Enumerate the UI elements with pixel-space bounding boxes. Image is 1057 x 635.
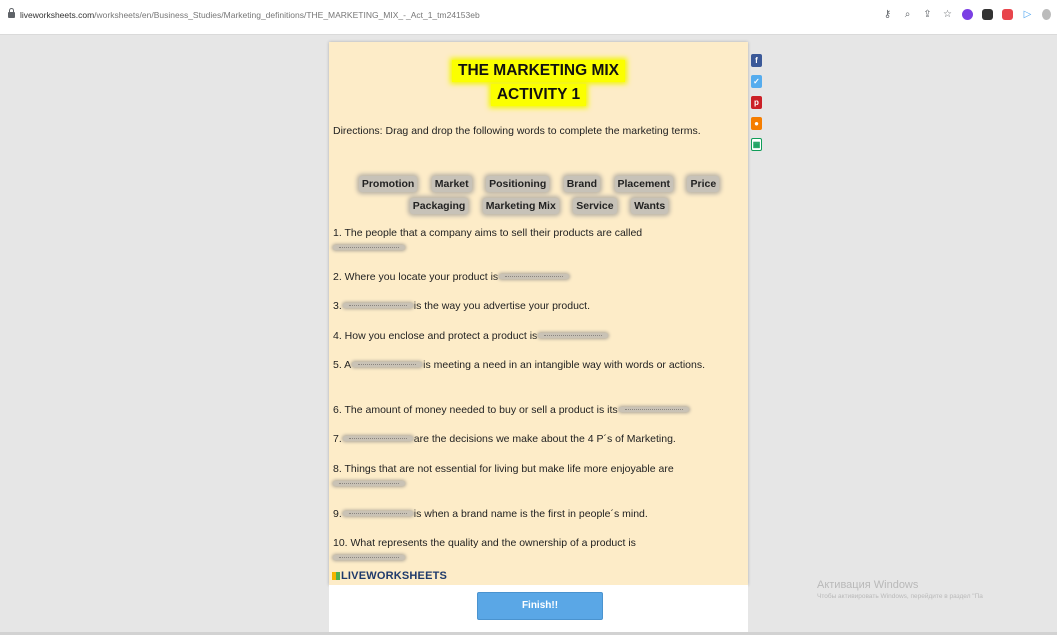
word-chip-positioning[interactable]: Positioning bbox=[486, 176, 550, 192]
extension-play-icon[interactable]: ▷ bbox=[1022, 9, 1033, 20]
question-6: 6. The amount of money needed to buy or … bbox=[333, 403, 728, 418]
google-classroom-icon[interactable]: ▦ bbox=[751, 138, 762, 151]
browser-address-bar: liveworksheets.com/worksheets/en/Busines… bbox=[0, 0, 1057, 35]
share-bar: f ✓ p ● ▦ bbox=[751, 54, 762, 151]
profile-avatar[interactable] bbox=[1042, 9, 1051, 20]
drop-zone-9[interactable] bbox=[342, 510, 413, 516]
word-chip-price[interactable]: Price bbox=[687, 176, 720, 192]
watermark-subtitle: Чтобы активировать Windows, перейдите в … bbox=[817, 593, 983, 600]
logo-text: LIVEWORKSHEETS bbox=[341, 570, 448, 582]
finish-button[interactable]: Finish!! bbox=[477, 592, 603, 620]
question-9: 9. is when a brand name is the first in p… bbox=[333, 507, 728, 522]
word-chip-brand[interactable]: Brand bbox=[563, 176, 601, 192]
title-line-2: ACTIVITY 1 bbox=[490, 84, 587, 106]
word-chip-wants[interactable]: Wants bbox=[631, 198, 669, 214]
question-8: 8. Things that are not essential for liv… bbox=[333, 462, 728, 492]
url-field[interactable]: liveworksheets.com/worksheets/en/Busines… bbox=[20, 10, 480, 20]
question-10: 10. What represents the quality and the … bbox=[333, 536, 728, 566]
extension-dark-icon[interactable] bbox=[982, 9, 993, 20]
word-chip-packaging[interactable]: Packaging bbox=[409, 198, 469, 214]
question-10-text: 10. What represents the quality and the … bbox=[333, 537, 636, 549]
drop-zone-4[interactable] bbox=[538, 332, 609, 338]
word-bank: Promotion Market Positioning Brand Place… bbox=[339, 172, 739, 216]
drop-zone-1[interactable] bbox=[333, 244, 405, 250]
directions-text: Directions: Drag and drop the following … bbox=[333, 125, 701, 137]
blogger-icon[interactable]: ● bbox=[751, 117, 762, 130]
lock-icon[interactable] bbox=[8, 8, 15, 18]
liveworksheets-logo[interactable]: LIVEWORKSHEETS bbox=[332, 570, 447, 582]
drop-zone-5[interactable] bbox=[352, 361, 423, 367]
pinterest-icon[interactable]: p bbox=[751, 96, 762, 109]
url-path: /worksheets/en/Business_Studies/Marketin… bbox=[94, 10, 480, 20]
question-2: 2. Where you locate your product is bbox=[333, 270, 728, 285]
word-chip-marketing-mix[interactable]: Marketing Mix bbox=[482, 198, 559, 214]
question-9-text: is when a brand name is the first in peo… bbox=[413, 508, 648, 520]
extension-purple-icon[interactable] bbox=[962, 9, 973, 20]
question-5-prefix: 5. A bbox=[333, 359, 352, 371]
question-1: 1. The people that a company aims to sel… bbox=[333, 226, 728, 256]
word-chip-placement[interactable]: Placement bbox=[614, 176, 674, 192]
bookmark-star-icon[interactable]: ☆ bbox=[942, 9, 953, 20]
question-9-prefix: 9. bbox=[333, 508, 342, 520]
worksheet-title: THE MARKETING MIX ACTIVITY 1 bbox=[329, 60, 748, 106]
question-7-text: are the decisions we make about the 4 P´… bbox=[413, 433, 676, 445]
question-8-text: 8. Things that are not essential for liv… bbox=[333, 463, 674, 475]
share-icon[interactable]: ⇪ bbox=[922, 9, 933, 20]
word-chip-promotion[interactable]: Promotion bbox=[358, 176, 418, 192]
word-chip-market[interactable]: Market bbox=[431, 176, 472, 192]
drop-zone-3[interactable] bbox=[342, 302, 413, 308]
worksheet-page: THE MARKETING MIX ACTIVITY 1 Directions:… bbox=[329, 42, 748, 585]
worksheet-footer: Finish!! bbox=[329, 585, 748, 635]
drop-zone-6[interactable] bbox=[618, 406, 689, 412]
drop-zone-8[interactable] bbox=[333, 480, 405, 486]
title-line-1: THE MARKETING MIX bbox=[451, 60, 626, 82]
facebook-icon[interactable]: f bbox=[751, 54, 762, 67]
drop-zone-10[interactable] bbox=[333, 554, 405, 560]
drop-zone-2[interactable] bbox=[499, 273, 570, 279]
question-3-prefix: 3. bbox=[333, 300, 342, 312]
question-4: 4. How you enclose and protect a product… bbox=[333, 329, 728, 344]
question-5: 5. A is meeting a need in an intangible w… bbox=[333, 358, 728, 373]
question-6-text: 6. The amount of money needed to buy or … bbox=[333, 404, 618, 416]
question-3-text: is the way you advertise your product. bbox=[413, 300, 591, 312]
twitter-icon[interactable]: ✓ bbox=[751, 75, 762, 88]
zoom-icon[interactable]: ⌕ bbox=[902, 9, 913, 20]
watermark-title: Активация Windows bbox=[817, 579, 919, 591]
drop-zone-7[interactable] bbox=[342, 435, 413, 441]
question-1-text: 1. The people that a company aims to sel… bbox=[333, 227, 643, 239]
word-chip-service[interactable]: Service bbox=[573, 198, 617, 214]
question-7: 7. are the decisions we make about the 4 … bbox=[333, 432, 728, 447]
windows-activation-watermark: Активация Windows Чтобы активировать Win… bbox=[817, 579, 983, 600]
question-4-text: 4. How you enclose and protect a product… bbox=[333, 330, 538, 342]
key-icon[interactable]: ⚷ bbox=[882, 9, 893, 20]
url-host: liveworksheets.com bbox=[20, 10, 95, 20]
liveworksheets-logo-icon bbox=[332, 572, 340, 580]
toolbar-icons: ⚷ ⌕ ⇪ ☆ ▷ bbox=[882, 9, 1051, 20]
question-2-text: 2. Where you locate your product is bbox=[333, 271, 499, 283]
extension-red-icon[interactable] bbox=[1002, 9, 1013, 20]
question-3: 3. is the way you advertise your product. bbox=[333, 299, 728, 314]
question-7-prefix: 7. bbox=[333, 433, 342, 445]
question-5-text: is meeting a need in an intangible way w… bbox=[423, 359, 706, 371]
